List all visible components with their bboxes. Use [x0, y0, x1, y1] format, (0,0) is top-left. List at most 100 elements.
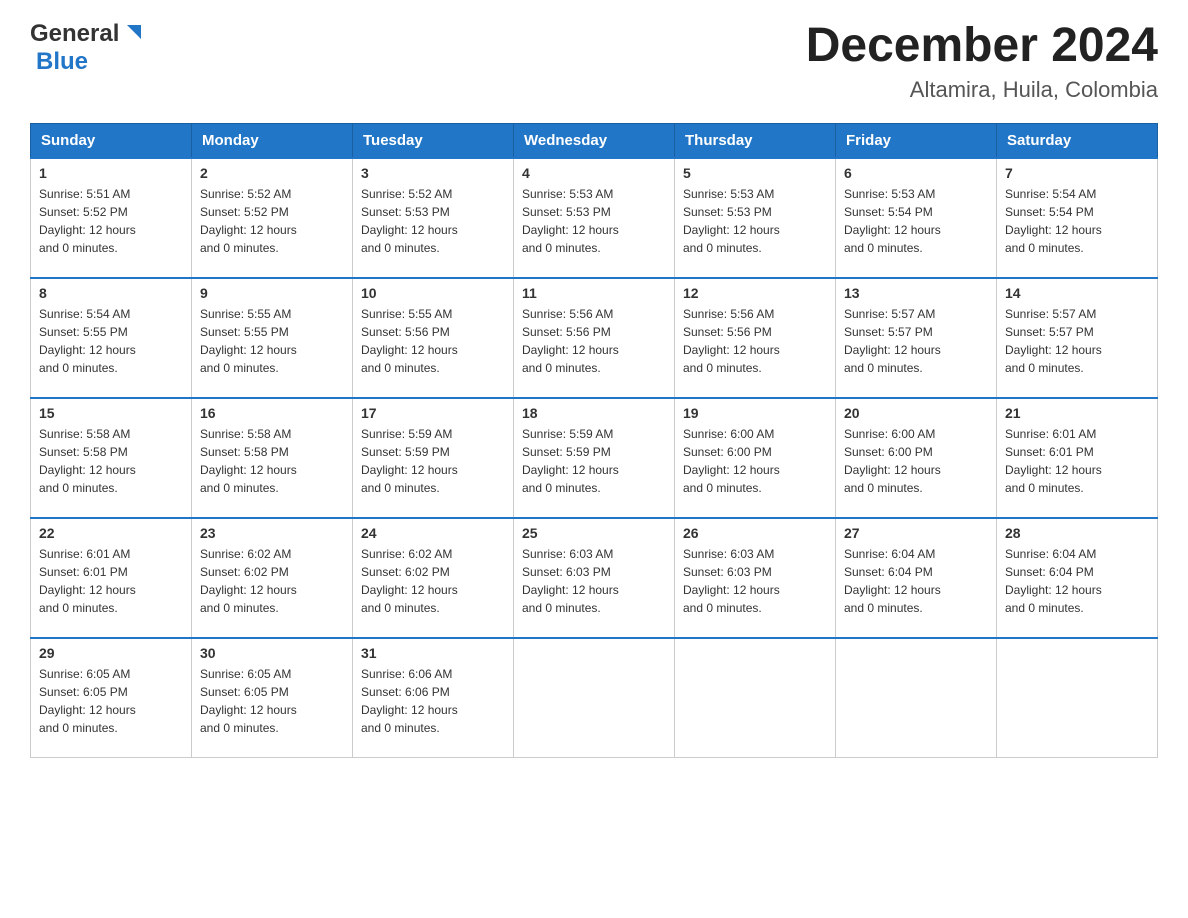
logo-blue-text: Blue [36, 48, 88, 76]
calendar-day-cell: 21Sunrise: 6:01 AMSunset: 6:01 PMDayligh… [997, 398, 1158, 518]
day-info: Sunrise: 5:56 AMSunset: 5:56 PMDaylight:… [683, 305, 827, 377]
calendar-day-cell: 15 Sunrise: 5:58 AMSunset: 5:58 PMDayligh… [31, 398, 192, 518]
day-number: 10 [361, 285, 505, 301]
calendar-day-cell: 19 Sunrise: 6:00 AMSunset: 6:00 PMDayligh… [675, 398, 836, 518]
calendar-day-cell: 5Sunrise: 5:53 AMSunset: 5:53 PMDaylight… [675, 158, 836, 278]
calendar-day-cell: 1 Sunrise: 5:51 AMSunset: 5:52 PMDaylight… [31, 158, 192, 278]
day-number: 3 [361, 165, 505, 181]
day-info: Sunrise: 6:04 AMSunset: 6:04 PMDaylight:… [844, 545, 988, 617]
calendar-day-cell: 25 Sunrise: 6:03 AMSunset: 6:03 PMDayligh… [514, 518, 675, 638]
day-number: 1 [39, 165, 183, 181]
logo: General Blue [30, 20, 143, 76]
day-number: 4 [522, 165, 666, 181]
calendar-day-cell: 30Sunrise: 6:05 AMSunset: 6:05 PMDayligh… [192, 638, 353, 758]
calendar-day-cell: 3 Sunrise: 5:52 AMSunset: 5:53 PMDaylight… [353, 158, 514, 278]
calendar-day-cell [997, 638, 1158, 758]
day-info: Sunrise: 5:59 AMSunset: 5:59 PMDaylight:… [361, 425, 505, 497]
day-number: 11 [522, 285, 666, 301]
day-info: Sunrise: 5:57 AMSunset: 5:57 PMDaylight:… [1005, 305, 1149, 377]
calendar-day-cell: 20 Sunrise: 6:00 AMSunset: 6:00 PMDayligh… [836, 398, 997, 518]
calendar-day-cell: 27 Sunrise: 6:04 AMSunset: 6:04 PMDayligh… [836, 518, 997, 638]
day-info: Sunrise: 6:06 AMSunset: 6:06 PMDaylight:… [361, 665, 505, 737]
weekday-header-friday: Friday [836, 123, 997, 158]
day-number: 26 [683, 525, 827, 541]
calendar-day-cell: 16Sunrise: 5:58 AMSunset: 5:58 PMDayligh… [192, 398, 353, 518]
day-number: 15 [39, 405, 183, 421]
day-info: Sunrise: 5:52 AMSunset: 5:52 PMDaylight:… [200, 185, 344, 257]
calendar-day-cell: 22Sunrise: 6:01 AMSunset: 6:01 PMDayligh… [31, 518, 192, 638]
day-number: 24 [361, 525, 505, 541]
calendar-day-cell: 10 Sunrise: 5:55 AMSunset: 5:56 PMDayligh… [353, 278, 514, 398]
calendar-day-cell: 7Sunrise: 5:54 AMSunset: 5:54 PMDaylight… [997, 158, 1158, 278]
day-info: Sunrise: 5:53 AMSunset: 5:54 PMDaylight:… [844, 185, 988, 257]
day-number: 9 [200, 285, 344, 301]
calendar-day-cell: 14 Sunrise: 5:57 AMSunset: 5:57 PMDayligh… [997, 278, 1158, 398]
day-info: Sunrise: 6:02 AMSunset: 6:02 PMDaylight:… [361, 545, 505, 617]
day-number: 25 [522, 525, 666, 541]
calendar-table: SundayMondayTuesdayWednesdayThursdayFrid… [30, 123, 1158, 759]
weekday-header-sunday: Sunday [31, 123, 192, 158]
calendar-day-cell [836, 638, 997, 758]
calendar-day-cell: 29 Sunrise: 6:05 AMSunset: 6:05 PMDayligh… [31, 638, 192, 758]
calendar-day-cell: 6Sunrise: 5:53 AMSunset: 5:54 PMDaylight… [836, 158, 997, 278]
day-info: Sunrise: 5:58 AMSunset: 5:58 PMDaylight:… [39, 425, 183, 497]
day-number: 29 [39, 645, 183, 661]
day-number: 22 [39, 525, 183, 541]
weekday-header-monday: Monday [192, 123, 353, 158]
day-info: Sunrise: 6:05 AMSunset: 6:05 PMDaylight:… [39, 665, 183, 737]
day-info: Sunrise: 5:52 AMSunset: 5:53 PMDaylight:… [361, 185, 505, 257]
calendar-day-cell: 24 Sunrise: 6:02 AMSunset: 6:02 PMDayligh… [353, 518, 514, 638]
calendar-week-row: 15 Sunrise: 5:58 AMSunset: 5:58 PMDayligh… [31, 398, 1158, 518]
day-number: 19 [683, 405, 827, 421]
day-number: 30 [200, 645, 344, 661]
day-number: 12 [683, 285, 827, 301]
page-header: General Blue December 2024 Altamira, Hui… [30, 20, 1158, 103]
day-info: Sunrise: 6:03 AMSunset: 6:03 PMDaylight:… [683, 545, 827, 617]
logo-general-text: General [30, 20, 119, 48]
day-number: 27 [844, 525, 988, 541]
calendar-day-cell [514, 638, 675, 758]
day-number: 14 [1005, 285, 1149, 301]
day-info: Sunrise: 5:51 AMSunset: 5:52 PMDaylight:… [39, 185, 183, 257]
calendar-day-cell: 9 Sunrise: 5:55 AMSunset: 5:55 PMDaylight… [192, 278, 353, 398]
calendar-week-row: 1 Sunrise: 5:51 AMSunset: 5:52 PMDaylight… [31, 158, 1158, 278]
day-info: Sunrise: 5:56 AMSunset: 5:56 PMDaylight:… [522, 305, 666, 377]
day-info: Sunrise: 6:00 AMSunset: 6:00 PMDaylight:… [844, 425, 988, 497]
calendar-day-cell [675, 638, 836, 758]
day-info: Sunrise: 6:03 AMSunset: 6:03 PMDaylight:… [522, 545, 666, 617]
weekday-header-saturday: Saturday [997, 123, 1158, 158]
calendar-day-cell: 23Sunrise: 6:02 AMSunset: 6:02 PMDayligh… [192, 518, 353, 638]
logo-triangle-icon [121, 21, 143, 43]
calendar-day-cell: 8 Sunrise: 5:54 AMSunset: 5:55 PMDaylight… [31, 278, 192, 398]
calendar-day-cell: 12 Sunrise: 5:56 AMSunset: 5:56 PMDayligh… [675, 278, 836, 398]
day-number: 17 [361, 405, 505, 421]
calendar-week-row: 29 Sunrise: 6:05 AMSunset: 6:05 PMDayligh… [31, 638, 1158, 758]
day-number: 13 [844, 285, 988, 301]
day-number: 20 [844, 405, 988, 421]
calendar-header-row: SundayMondayTuesdayWednesdayThursdayFrid… [31, 123, 1158, 158]
day-number: 18 [522, 405, 666, 421]
day-info: Sunrise: 6:04 AMSunset: 6:04 PMDaylight:… [1005, 545, 1149, 617]
day-info: Sunrise: 5:54 AMSunset: 5:55 PMDaylight:… [39, 305, 183, 377]
day-number: 16 [200, 405, 344, 421]
calendar-day-cell: 17 Sunrise: 5:59 AMSunset: 5:59 PMDayligh… [353, 398, 514, 518]
calendar-week-row: 22Sunrise: 6:01 AMSunset: 6:01 PMDayligh… [31, 518, 1158, 638]
day-number: 28 [1005, 525, 1149, 541]
day-info: Sunrise: 5:55 AMSunset: 5:56 PMDaylight:… [361, 305, 505, 377]
weekday-header-tuesday: Tuesday [353, 123, 514, 158]
day-info: Sunrise: 5:55 AMSunset: 5:55 PMDaylight:… [200, 305, 344, 377]
title-area: December 2024 Altamira, Huila, Colombia [806, 20, 1158, 103]
day-number: 8 [39, 285, 183, 301]
day-number: 2 [200, 165, 344, 181]
calendar-day-cell: 2 Sunrise: 5:52 AMSunset: 5:52 PMDaylight… [192, 158, 353, 278]
day-info: Sunrise: 5:54 AMSunset: 5:54 PMDaylight:… [1005, 185, 1149, 257]
day-info: Sunrise: 6:00 AMSunset: 6:00 PMDaylight:… [683, 425, 827, 497]
day-info: Sunrise: 5:57 AMSunset: 5:57 PMDaylight:… [844, 305, 988, 377]
day-info: Sunrise: 5:53 AMSunset: 5:53 PMDaylight:… [683, 185, 827, 257]
day-number: 23 [200, 525, 344, 541]
day-info: Sunrise: 6:01 AMSunset: 6:01 PMDaylight:… [1005, 425, 1149, 497]
calendar-day-cell: 18Sunrise: 5:59 AMSunset: 5:59 PMDayligh… [514, 398, 675, 518]
calendar-day-cell: 26 Sunrise: 6:03 AMSunset: 6:03 PMDayligh… [675, 518, 836, 638]
day-info: Sunrise: 5:53 AMSunset: 5:53 PMDaylight:… [522, 185, 666, 257]
calendar-day-cell: 4 Sunrise: 5:53 AMSunset: 5:53 PMDaylight… [514, 158, 675, 278]
